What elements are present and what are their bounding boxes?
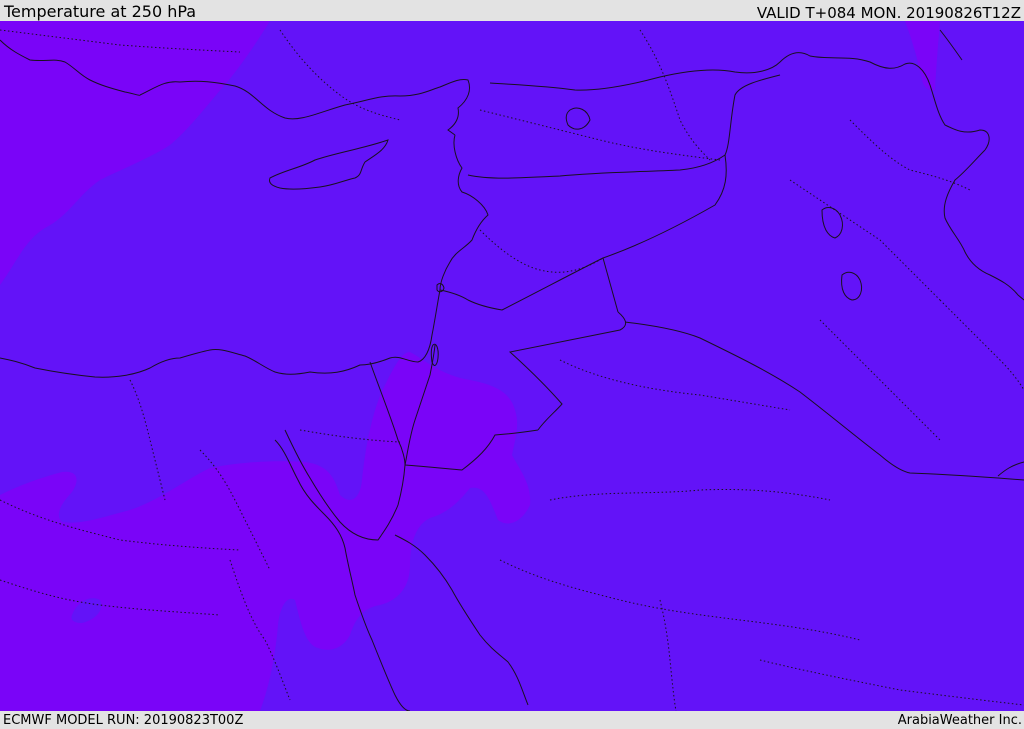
model-run-label: ECMWF MODEL RUN: 20190823T00Z: [3, 713, 244, 728]
header-bar: Temperature at 250 hPa VALID T+084 MON. …: [0, 0, 1024, 21]
footer-bar: ECMWF MODEL RUN: 20190823T00Z ArabiaWeat…: [0, 711, 1024, 729]
credit-label: ArabiaWeather Inc.: [897, 713, 1022, 728]
valid-time: VALID T+084 MON. 20190826T12Z: [756, 4, 1021, 22]
map-title: Temperature at 250 hPa: [4, 2, 197, 21]
weather-map: [0, 21, 1024, 711]
